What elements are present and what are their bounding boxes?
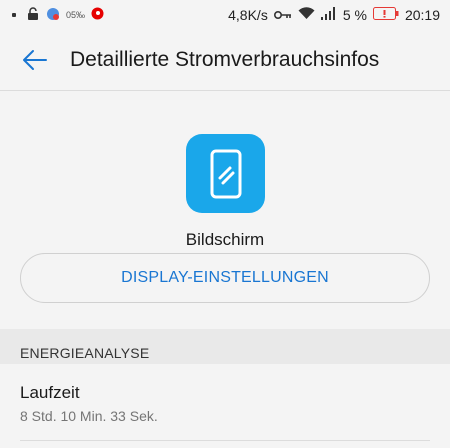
section-title: ENERGIEANALYSE [20, 345, 150, 361]
small-indicator-text: 05‰ [66, 10, 86, 20]
list-item-title: Laufzeit [20, 383, 80, 402]
globe-icon [46, 7, 60, 24]
list-divider [20, 440, 430, 441]
app-name: Bildschirm [185, 230, 265, 249]
list-item-value: 8 Std. 10 Min. 33 Sek. [20, 408, 158, 424]
app-panel: Bildschirm DISPLAY-EINSTELLUNGEN [0, 91, 450, 329]
status-bar-right: 4,8K/s 5 % 20:19 [228, 7, 440, 23]
notification-dot-icon [12, 13, 16, 17]
lock-unlocked-icon [26, 6, 40, 24]
back-button[interactable] [0, 30, 70, 90]
phone-screen-icon [186, 134, 265, 213]
wifi-icon [298, 7, 315, 23]
clock: 20:19 [404, 7, 440, 23]
battery-percent: 5 % [342, 7, 367, 23]
page-title: Detaillierte Stromverbrauchsinfos [70, 48, 380, 71]
energy-list: Laufzeit 8 Std. 10 Min. 33 Sek. [0, 364, 450, 448]
key-icon [273, 7, 292, 23]
arrow-left-icon [23, 50, 47, 70]
app-header: Detaillierte Stromverbrauchsinfos [0, 30, 450, 90]
battery-low-icon [372, 7, 399, 23]
status-bar: 05‰ 4,8K/s 5 % 20:19 [0, 0, 450, 30]
status-bar-left: 05‰ [12, 6, 104, 24]
display-settings-button[interactable]: DISPLAY-EINSTELLUNGEN [20, 253, 430, 303]
vodafone-icon [91, 7, 104, 23]
signal-icon [320, 7, 337, 23]
network-speed: 4,8K/s [228, 7, 268, 23]
